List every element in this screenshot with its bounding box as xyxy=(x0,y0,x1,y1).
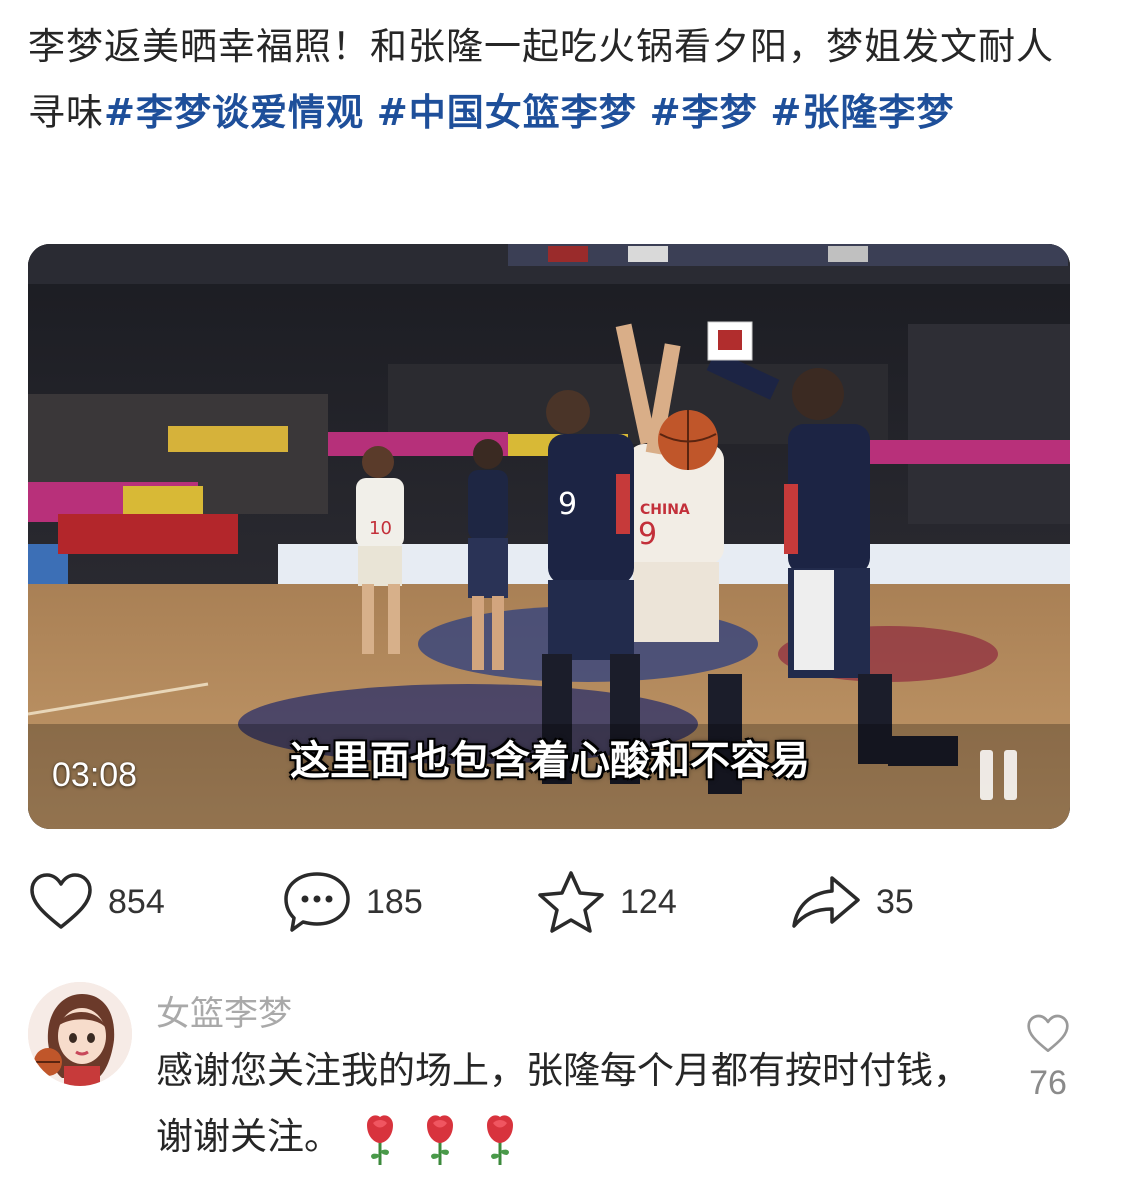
hashtag-link[interactable]: #李梦 xyxy=(650,91,758,134)
avatar[interactable] xyxy=(28,982,132,1086)
comment-username[interactable]: 女篮李梦 xyxy=(156,986,292,1035)
rose-emoji-icon xyxy=(359,1111,401,1167)
comment-like-count: 76 xyxy=(1029,1064,1067,1102)
comment-text: 感谢您关注我的场上，张隆每个月都有按时付钱，谢谢关注。 xyxy=(156,1049,970,1158)
hashtag-link[interactable]: #李梦谈爱情观 xyxy=(104,91,364,134)
rose-emoji-icon xyxy=(479,1111,521,1167)
comment-body: 感谢您关注我的场上，张隆每个月都有按时付钱，谢谢关注。 xyxy=(156,1038,976,1170)
like-button[interactable]: 854 xyxy=(28,866,165,938)
heart-icon xyxy=(1027,1014,1069,1052)
favorite-count: 124 xyxy=(620,882,677,921)
comment-count: 185 xyxy=(366,882,423,921)
comment-button[interactable]: 185 xyxy=(282,866,423,938)
cartoon-avatar-icon xyxy=(28,982,132,1086)
svg-text:9: 9 xyxy=(558,487,577,522)
hashtag-link[interactable]: #中国女篮李梦 xyxy=(377,91,637,134)
like-count: 854 xyxy=(108,882,165,921)
video-subtitle: 这里面也包含着心酸和不容易 xyxy=(290,738,810,784)
rose-emoji-icon xyxy=(419,1111,461,1167)
favorite-button[interactable]: 124 xyxy=(536,866,677,938)
pause-icon[interactable] xyxy=(978,750,1022,800)
svg-text:CHINA: CHINA xyxy=(640,502,690,518)
heart-icon xyxy=(30,873,92,929)
hashtag-link[interactable]: #张隆李梦 xyxy=(770,91,954,134)
comment-like-button[interactable]: 76 xyxy=(1018,1014,1078,1103)
share-arrow-icon xyxy=(792,876,860,928)
share-button[interactable]: 35 xyxy=(790,866,914,938)
comment-item: 女篮李梦 感谢您关注我的场上，张隆每个月都有按时付钱，谢谢关注。 76 xyxy=(28,982,1088,1172)
svg-text:9: 9 xyxy=(638,517,657,552)
video-duration: 03:08 xyxy=(52,756,138,794)
star-icon xyxy=(538,871,604,933)
action-bar: 854 185 124 35 xyxy=(28,866,1070,938)
post-text: 李梦返美晒幸福照！和张隆一起吃火锅看夕阳，梦姐发文耐人寻味#李梦谈爱情观 #中国… xyxy=(28,14,1088,146)
comment-bubble-icon xyxy=(284,872,350,932)
video-player[interactable]: 10 CHINA 9 9 03:08 这里面也包含着心酸和不容易 xyxy=(28,244,1070,829)
svg-text:10: 10 xyxy=(369,518,392,539)
share-count: 35 xyxy=(876,882,914,921)
